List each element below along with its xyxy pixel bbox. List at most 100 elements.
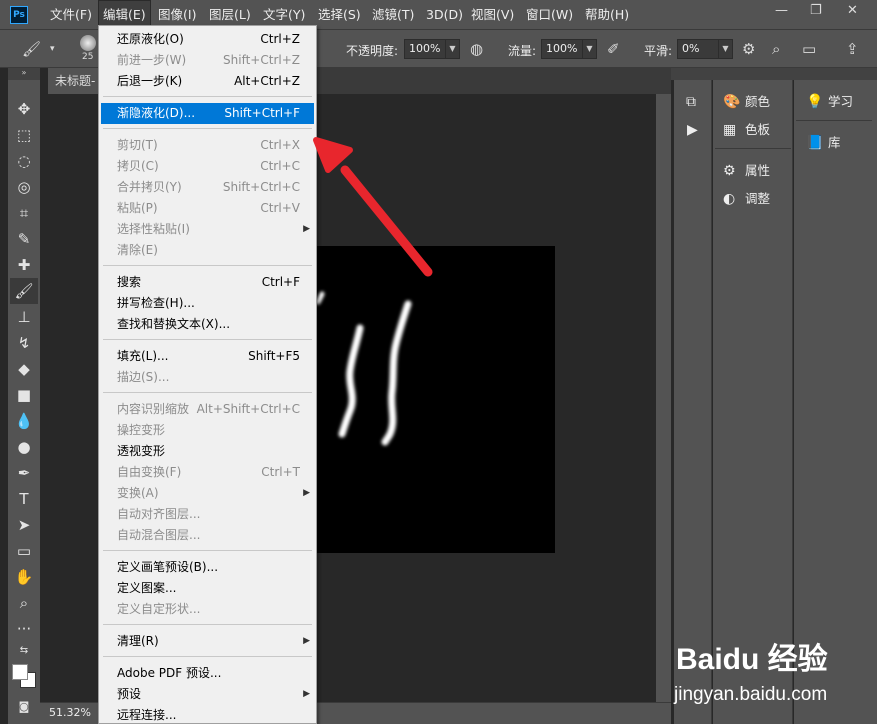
menu-item-define-brush[interactable]: 定义画笔预设(B)... <box>101 557 314 578</box>
share-icon[interactable]: ⇪ <box>846 40 859 58</box>
menu-item-puppet-warp[interactable]: 操控变形 <box>101 420 314 441</box>
history-icon[interactable]: ⧉ <box>686 90 708 114</box>
panel-item-adjustments[interactable]: ◐ 调整 <box>723 187 770 211</box>
brush-tool-icon[interactable]: 🖌 <box>10 278 38 304</box>
menu-item-step-forward[interactable]: 前进一步(W) Shift+Ctrl+Z <box>101 50 314 71</box>
menu-item-purge[interactable]: 清理(R) ▶ <box>101 631 314 652</box>
panel-item-library[interactable]: 📘 库 <box>806 131 841 155</box>
pen-tool-icon[interactable]: ✒ <box>8 460 40 486</box>
brush-tool-preset-icon[interactable]: 🖌 <box>22 40 41 58</box>
menu-item-search[interactable]: 搜索 Ctrl+F <box>101 272 314 293</box>
rectangle-tool-icon[interactable]: ▭ <box>8 538 40 564</box>
brush-strokes <box>315 291 412 446</box>
menu-item-pdf-presets[interactable]: Adobe PDF 预设... <box>101 663 314 684</box>
panel-collapse-strip[interactable] <box>671 68 877 80</box>
menu-item-fade-liquify[interactable]: 渐隐液化(D)... Shift+Ctrl+F <box>101 103 314 124</box>
smoothing-input[interactable]: 0% ▼ <box>677 39 733 59</box>
edit-menu-dropdown: 还原液化(O) Ctrl+Z 前进一步(W) Shift+Ctrl+Z 后退一步(K… <box>98 25 317 724</box>
history-brush-tool-icon[interactable]: ↯ <box>8 330 40 356</box>
flow-input[interactable]: 100% ▼ <box>541 39 597 59</box>
menu-help[interactable]: 帮助(H) <box>581 0 633 30</box>
menu-separator <box>103 339 312 340</box>
menu-file[interactable]: 文件(F) <box>46 0 96 30</box>
vertical-scrollbar[interactable] <box>656 94 671 702</box>
menu-item-cut[interactable]: 剪切(T) Ctrl+X <box>101 135 314 156</box>
type-tool-icon[interactable]: T <box>8 486 40 512</box>
menu-item-define-shape[interactable]: 定义自定形状... <box>101 599 314 620</box>
foreground-color-swatch[interactable] <box>12 664 28 680</box>
menu-item-paste[interactable]: 粘贴(P) Ctrl+V <box>101 198 314 219</box>
opacity-input[interactable]: 100% ▼ <box>404 39 460 59</box>
menu-window[interactable]: 窗口(W) <box>522 0 577 30</box>
lasso-tool-icon[interactable]: ◌ <box>8 148 40 174</box>
pressure-opacity-icon[interactable]: ◍ <box>470 40 483 58</box>
menu-view[interactable]: 视图(V) <box>467 0 518 30</box>
panel-item-learn[interactable]: 💡 学习 <box>806 90 853 114</box>
menu-item-content-aware-scale[interactable]: 内容识别缩放 Alt+Shift+Ctrl+C <box>101 399 314 420</box>
document-canvas[interactable] <box>300 246 555 553</box>
gear-icon[interactable]: ⚙ <box>742 40 755 58</box>
menu-item-paste-special[interactable]: 选择性粘贴(I) ▶ <box>101 219 314 240</box>
chevron-down-icon[interactable]: ▾ <box>50 44 55 54</box>
palette-icon: 🎨 <box>723 94 741 110</box>
crop-tool-icon[interactable]: ⌗ <box>8 200 40 226</box>
blur-tool-icon[interactable]: 💧 <box>8 408 40 434</box>
menu-item-perspective-warp[interactable]: 透视变形 <box>101 441 314 462</box>
menu-item-define-pattern[interactable]: 定义图案... <box>101 578 314 599</box>
move-tool-icon[interactable]: ✥ <box>8 96 40 122</box>
swap-colors-icon[interactable]: ⇆ <box>8 638 40 664</box>
gradient-tool-icon[interactable]: ■ <box>8 382 40 408</box>
collapse-icon[interactable]: » <box>8 68 40 80</box>
menu-item-copy[interactable]: 拷贝(C) Ctrl+C <box>101 156 314 177</box>
menu-item-step-backward[interactable]: 后退一步(K) Alt+Ctrl+Z <box>101 71 314 92</box>
eyedropper-tool-icon[interactable]: ✎ <box>8 226 40 252</box>
panel-label: 学习 <box>828 94 854 109</box>
menu-item-free-transform[interactable]: 自由变换(F) Ctrl+T <box>101 462 314 483</box>
panel-item-color[interactable]: 🎨 颜色 <box>723 90 770 114</box>
properties-icon: ⚙ <box>723 163 736 179</box>
workspace-icon[interactable]: ▭ <box>802 40 816 58</box>
menu-3d[interactable]: 3D(D) <box>422 0 467 30</box>
quick-select-tool-icon[interactable]: ◎ <box>8 174 40 200</box>
play-actions-icon[interactable]: ▶ <box>687 118 709 142</box>
zoom-level[interactable]: 51.32% <box>49 706 91 719</box>
flow-value: 100% <box>546 42 578 55</box>
menu-item-clear[interactable]: 清除(E) <box>101 240 314 261</box>
menu-item-stroke[interactable]: 描边(S)... <box>101 367 314 388</box>
menu-item-transform[interactable]: 变换(A) ▶ <box>101 483 314 504</box>
chevron-down-icon[interactable]: ▼ <box>582 40 596 58</box>
panel-item-swatches[interactable]: ▦ 色板 <box>723 118 770 142</box>
menu-separator <box>103 96 312 97</box>
menu-item-auto-blend-layers[interactable]: 自动混合图层... <box>101 525 314 546</box>
menu-item-fill[interactable]: 填充(L)... Shift+F5 <box>101 346 314 367</box>
menu-select[interactable]: 选择(S) <box>314 0 365 30</box>
menu-item-auto-align-layers[interactable]: 自动对齐图层... <box>101 504 314 525</box>
menu-item-remote-connections[interactable]: 远程连接... <box>101 705 314 724</box>
menu-item-copy-merged[interactable]: 合并拷贝(Y) Shift+Ctrl+C <box>101 177 314 198</box>
airbrush-icon[interactable]: ✐ <box>607 40 620 58</box>
menu-item-check-spelling[interactable]: 拼写检查(H)... <box>101 293 314 314</box>
panel-item-properties[interactable]: ⚙ 属性 <box>723 159 770 183</box>
dodge-tool-icon[interactable]: ● <box>8 434 40 460</box>
chevron-down-icon[interactable]: ▼ <box>718 40 732 58</box>
search-icon[interactable]: ⌕ <box>772 40 780 58</box>
stamp-tool-icon[interactable]: ⊥ <box>8 304 40 330</box>
minimize-button[interactable]: — <box>775 4 788 18</box>
healing-brush-tool-icon[interactable]: ✚ <box>8 252 40 278</box>
path-select-tool-icon[interactable]: ➤ <box>8 512 40 538</box>
menu-filter[interactable]: 滤镜(T) <box>368 0 418 30</box>
eraser-tool-icon[interactable]: ◆ <box>8 356 40 382</box>
watermark-url: jingyan.baidu.com <box>674 684 828 705</box>
restore-button[interactable]: ❐ <box>810 4 822 18</box>
brush-preview-icon[interactable] <box>80 35 96 51</box>
quick-mask-icon[interactable]: ◙ <box>8 694 40 720</box>
chevron-down-icon[interactable]: ▼ <box>445 40 459 58</box>
marquee-tool-icon[interactable]: ⬚ <box>8 122 40 148</box>
baidu-logo: Baidu 经验 <box>676 643 828 676</box>
hand-tool-icon[interactable]: ✋ <box>8 564 40 590</box>
menu-item-find-replace[interactable]: 查找和替换文本(X)... <box>101 314 314 335</box>
zoom-tool-icon[interactable]: ⌕ <box>8 590 40 616</box>
menu-item-undo-liquify[interactable]: 还原液化(O) Ctrl+Z <box>101 29 314 50</box>
menu-item-presets[interactable]: 预设 ▶ <box>101 684 314 705</box>
close-button[interactable]: ✕ <box>847 4 858 18</box>
